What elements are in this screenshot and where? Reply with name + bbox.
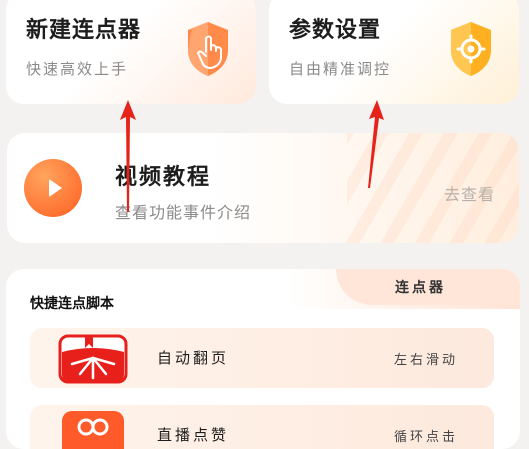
script-label: 直播点赞 (157, 426, 230, 444)
video-subtitle: 查看功能事件介绍 (115, 203, 252, 222)
video-title: 视频教程 (115, 165, 212, 190)
script-item-live-like[interactable]: 直播点赞 循环点击 (30, 405, 494, 449)
quick-scripts-panel: 连点器 快捷连点脚本 自动翻页 左右滑动 直播点赞 循环点击 (6, 269, 520, 449)
settings-card[interactable]: 参数设置 自由精准调控 (269, 0, 519, 104)
gear-icon (451, 22, 491, 76)
panel-title: 快捷连点脚本 (30, 296, 114, 312)
video-tutorial-card[interactable]: 视频教程 查看功能事件介绍 去查看 (7, 133, 519, 243)
script-action: 左右滑动 (394, 353, 459, 368)
settings-subtitle: 自由精准调控 (289, 60, 392, 78)
new-clicker-title: 新建连点器 (26, 18, 142, 43)
heart-like-icon (62, 411, 124, 449)
settings-title: 参数设置 (289, 18, 382, 43)
book-page-icon (58, 334, 128, 384)
script-label: 自动翻页 (157, 349, 230, 367)
hand-tap-icon (188, 22, 228, 76)
go-view-link[interactable]: 去查看 (444, 181, 495, 205)
script-action: 循环点击 (394, 430, 459, 445)
new-clicker-subtitle: 快速高效上手 (26, 60, 129, 78)
new-clicker-card[interactable]: 新建连点器 快速高效上手 (6, 0, 256, 104)
play-triangle (49, 179, 62, 197)
script-item-auto-page[interactable]: 自动翻页 左右滑动 (30, 328, 494, 388)
tab-clicker[interactable]: 连点器 (395, 277, 446, 297)
